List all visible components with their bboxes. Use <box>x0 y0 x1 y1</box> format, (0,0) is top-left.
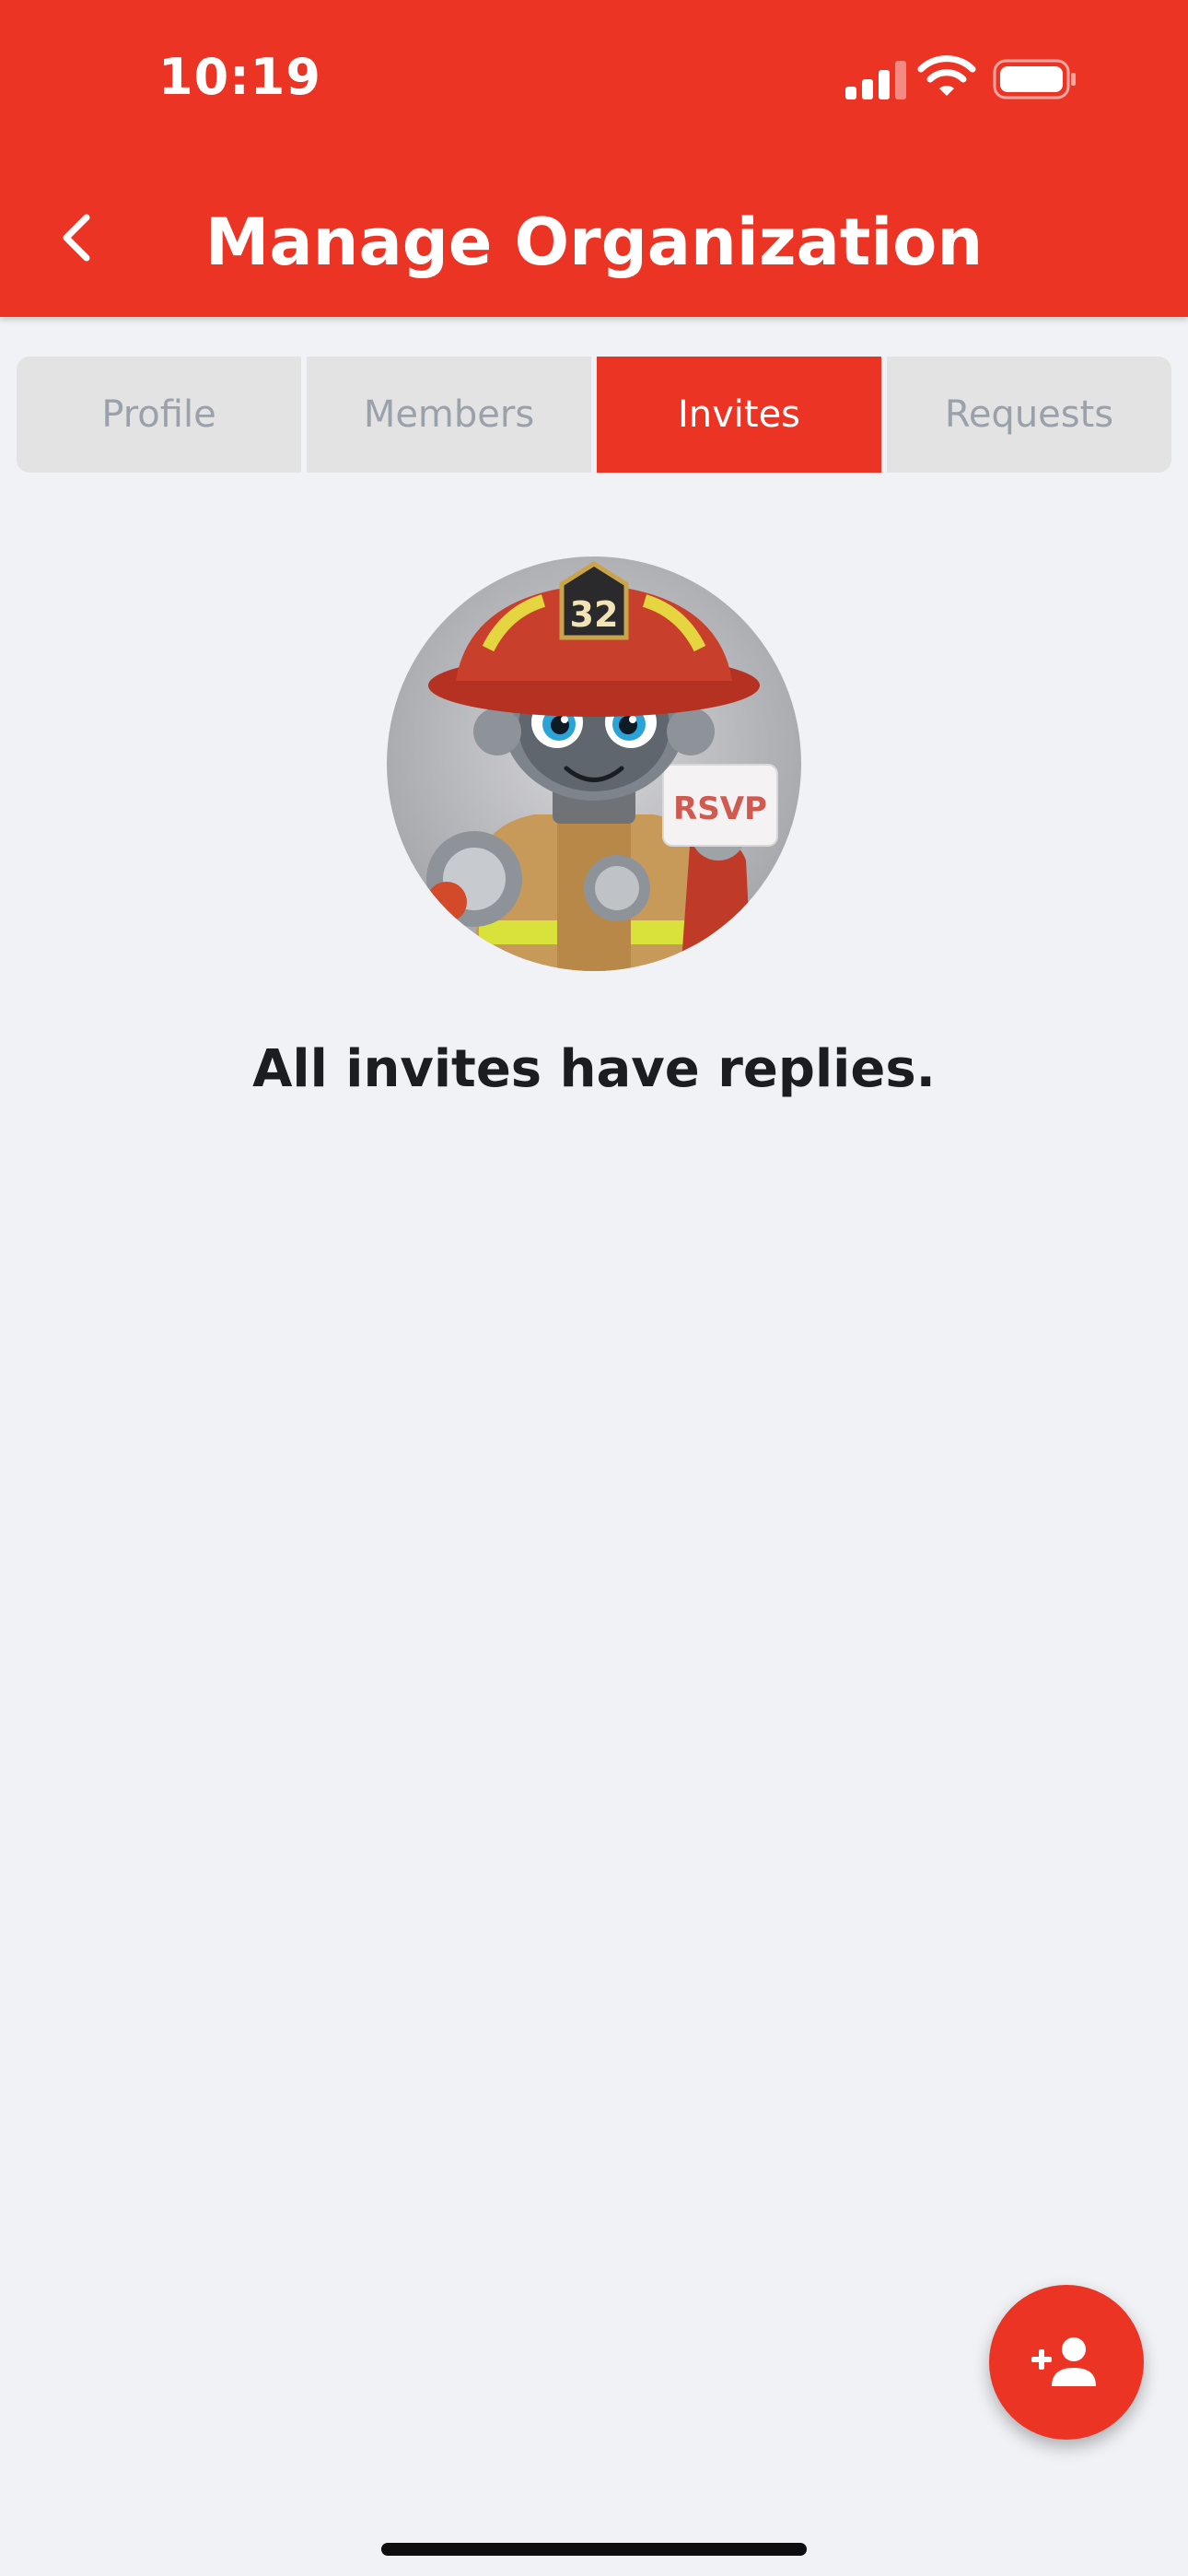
tab-bar: Profile Members Invites Requests <box>17 357 1171 473</box>
add-member-button[interactable] <box>989 2285 1144 2440</box>
home-indicator <box>381 2543 807 2556</box>
tab-requests[interactable]: Requests <box>887 357 1171 473</box>
battery-icon <box>993 59 1076 100</box>
app-header: 10:19 Manage Organization <box>0 0 1188 317</box>
rsvp-card-text: RSVP <box>673 790 767 827</box>
helmet-number-text: 32 <box>570 594 619 635</box>
page-title: Manage Organization <box>204 205 984 280</box>
status-time: 10:19 <box>158 48 321 106</box>
firefighter-robot-illustration: RSVP 32 <box>387 556 801 971</box>
add-person-icon <box>1031 2337 1096 2386</box>
tab-members[interactable]: Members <box>307 357 591 473</box>
tab-profile[interactable]: Profile <box>17 357 301 473</box>
cellular-signal-icon <box>845 61 906 100</box>
tab-invites[interactable]: Invites <box>597 357 881 473</box>
wifi-icon <box>917 55 976 96</box>
empty-state-message: All invites have replies. <box>252 1039 936 1099</box>
